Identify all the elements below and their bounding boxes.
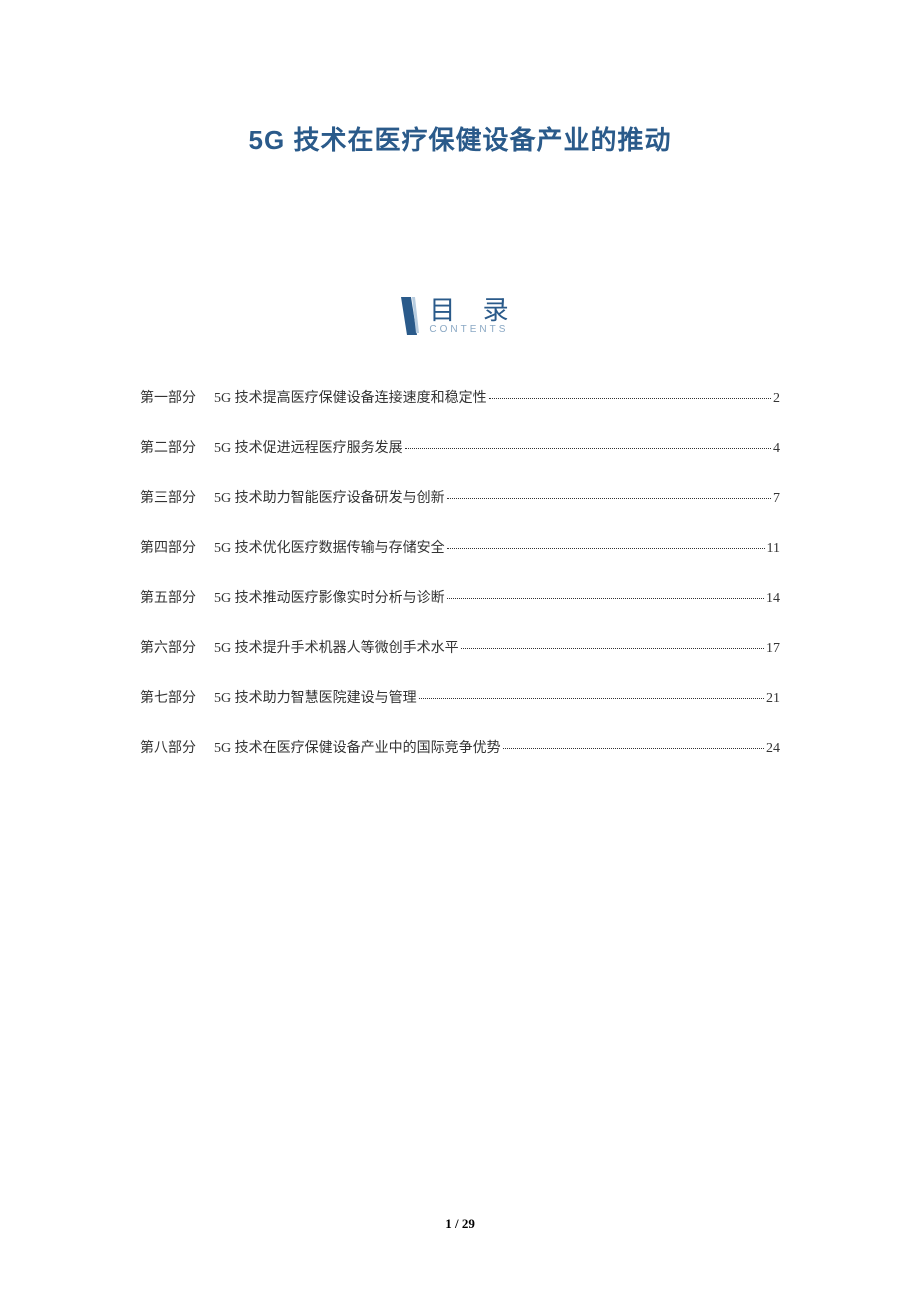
toc-page-number: 14 <box>766 591 780 607</box>
toc-row[interactable]: 第二部分 5G 技术促进远程医疗服务发展 4 <box>140 437 780 457</box>
page-total: 29 <box>462 1216 475 1231</box>
toc-row[interactable]: 第八部分 5G 技术在医疗保健设备产业中的国际竞争优势 24 <box>140 737 780 757</box>
toc-row[interactable]: 第四部分 5G 技术优化医疗数据传输与存储安全 11 <box>140 537 780 557</box>
document-title: 5G 技术在医疗保健设备产业的推动 <box>130 120 790 157</box>
toc-page-number: 21 <box>766 691 780 707</box>
toc-marker-icon <box>401 297 419 337</box>
toc-entry-text: 5G 技术助力智慧医院建设与管理 <box>214 687 417 707</box>
toc-part-label: 第六部分 <box>140 637 196 657</box>
toc-page-number: 7 <box>773 491 780 507</box>
toc-part-label: 第七部分 <box>140 687 196 707</box>
toc-leader-dots <box>419 698 764 699</box>
toc-leader-dots <box>489 398 771 399</box>
toc-leader-dots <box>447 548 765 549</box>
toc-leader-dots <box>447 598 764 599</box>
toc-page-number: 11 <box>767 541 780 557</box>
toc-page-number: 24 <box>766 741 780 757</box>
toc-part-label: 第一部分 <box>140 387 196 407</box>
toc-row[interactable]: 第一部分 5G 技术提高医疗保健设备连接速度和稳定性 2 <box>140 387 780 407</box>
toc-leader-dots <box>503 748 764 749</box>
toc-subtitle: CONTENTS <box>429 325 518 335</box>
toc-entry-text: 5G 技术促进远程医疗服务发展 <box>214 437 403 457</box>
toc-row[interactable]: 第六部分 5G 技术提升手术机器人等微创手术水平 17 <box>140 637 780 657</box>
document-page: 5G 技术在医疗保健设备产业的推动 目 录 CONTENTS 第一部分 5G 技… <box>0 0 920 1302</box>
toc-entry-text: 5G 技术推动医疗影像实时分析与诊断 <box>214 587 445 607</box>
toc-part-label: 第二部分 <box>140 437 196 457</box>
toc-part-label: 第五部分 <box>140 587 196 607</box>
toc-leader-dots <box>461 648 764 649</box>
toc-page-number: 2 <box>773 391 780 407</box>
toc-title: 目 录 <box>429 297 518 323</box>
toc-part-label: 第三部分 <box>140 487 196 507</box>
page-footer: 1 / 29 <box>0 1216 920 1232</box>
toc-row[interactable]: 第三部分 5G 技术助力智能医疗设备研发与创新 7 <box>140 487 780 507</box>
page-sep: / <box>452 1216 462 1231</box>
toc-page-number: 17 <box>766 641 780 657</box>
toc-header: 目 录 CONTENTS <box>130 297 790 337</box>
toc-entry-text: 5G 技术提升手术机器人等微创手术水平 <box>214 637 459 657</box>
toc-part-label: 第八部分 <box>140 737 196 757</box>
toc-row[interactable]: 第五部分 5G 技术推动医疗影像实时分析与诊断 14 <box>140 587 780 607</box>
toc-title-box: 目 录 CONTENTS <box>429 297 518 335</box>
toc-entry-text: 5G 技术提高医疗保健设备连接速度和稳定性 <box>214 387 487 407</box>
toc-entry-text: 5G 技术在医疗保健设备产业中的国际竞争优势 <box>214 737 501 757</box>
toc-entry-text: 5G 技术优化医疗数据传输与存储安全 <box>214 537 445 557</box>
toc-list: 第一部分 5G 技术提高医疗保健设备连接速度和稳定性 2 第二部分 5G 技术促… <box>130 387 790 757</box>
toc-row[interactable]: 第七部分 5G 技术助力智慧医院建设与管理 21 <box>140 687 780 707</box>
toc-page-number: 4 <box>773 441 780 457</box>
toc-entry-text: 5G 技术助力智能医疗设备研发与创新 <box>214 487 445 507</box>
toc-leader-dots <box>447 498 771 499</box>
toc-leader-dots <box>405 448 771 449</box>
toc-part-label: 第四部分 <box>140 537 196 557</box>
